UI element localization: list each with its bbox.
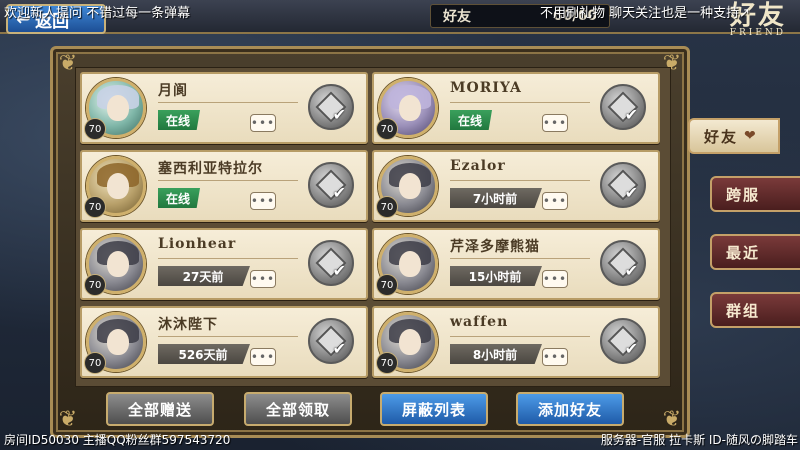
name-divider (158, 102, 298, 103)
corner-ornament-icon: ❦ (58, 407, 78, 432)
friend-card[interactable]: 70 Lionhear 27天前 ••• ✔ (80, 228, 368, 300)
heart-icon: ❤ (744, 128, 758, 144)
check-icon: ✔ (332, 105, 346, 124)
level-badge: 70 (376, 352, 398, 374)
status-badge: 在线 (158, 110, 201, 130)
corner-ornament-icon: ❦ (662, 407, 682, 432)
friend-name: waffen (450, 314, 509, 330)
stream-overlay-bottom-left: 房间ID50030 主播QQ粉丝群597543720 (4, 433, 231, 447)
status-badge: 7小时前 (450, 188, 542, 208)
gift-button[interactable]: ✔ (600, 162, 646, 208)
chat-icon[interactable]: ••• (250, 270, 276, 288)
status-badge: 27天前 (158, 266, 250, 286)
check-icon: ✔ (624, 339, 638, 358)
level-badge: 70 (376, 274, 398, 296)
friend-title: 好友 (443, 9, 471, 25)
status-badge: 526天前 (158, 344, 250, 364)
friend-name: 月阆 (158, 83, 188, 99)
status-badge: 8小时前 (450, 344, 542, 364)
level-badge: 70 (376, 196, 398, 218)
check-icon: ✔ (624, 261, 638, 280)
chat-icon[interactable]: ••• (542, 270, 568, 288)
friend-name: Ezalor (450, 158, 506, 174)
tab-recent-label: 最近 (726, 243, 761, 262)
block-list-button[interactable]: 屏蔽列表 (380, 392, 488, 426)
check-icon: ✔ (624, 183, 638, 202)
friend-name: MORIYA (450, 80, 522, 96)
friend-card[interactable]: 70 芹泽多摩熊猫 15小时前 ••• ✔ (372, 228, 660, 300)
level-badge: 70 (84, 118, 106, 140)
level-badge: 70 (84, 274, 106, 296)
gift-button[interactable]: ✔ (600, 240, 646, 286)
name-divider (158, 336, 298, 337)
name-divider (450, 258, 590, 259)
friend-card[interactable]: 70 沐沐陛下 526天前 ••• ✔ (80, 306, 368, 378)
check-icon: ✔ (332, 261, 346, 280)
friend-card[interactable]: 70 塞西利亚特拉尔 在线 ••• ✔ (80, 150, 368, 222)
tab-group[interactable]: 群组 (710, 292, 800, 328)
friend-card[interactable]: 70 Ezalor 7小时前 ••• ✔ (372, 150, 660, 222)
gift-button[interactable]: ✔ (308, 84, 354, 130)
level-badge: 70 (376, 118, 398, 140)
name-divider (450, 102, 590, 103)
send-all-button[interactable]: 全部赠送 (106, 392, 214, 426)
tab-group-label: 群组 (726, 301, 761, 320)
friend-name: 沐沐陛下 (158, 317, 218, 333)
check-icon: ✔ (332, 183, 346, 202)
check-icon: ✔ (624, 105, 638, 124)
tab-friends-label: 好友 (704, 127, 739, 146)
status-badge: 在线 (158, 188, 201, 208)
chat-icon[interactable]: ••• (542, 114, 568, 132)
stream-overlay-top-left: 欢迎新人提问 不错过每一条弹幕 (4, 6, 191, 21)
chat-icon[interactable]: ••• (542, 192, 568, 210)
status-badge: 在线 (450, 110, 493, 130)
gift-button[interactable]: ✔ (308, 162, 354, 208)
chat-icon[interactable]: ••• (250, 348, 276, 366)
chat-icon[interactable]: ••• (250, 114, 276, 132)
tab-cross-server-label: 跨服 (726, 185, 761, 204)
friend-name: 塞西利亚特拉尔 (158, 161, 263, 177)
friend-card[interactable]: 70 月阆 在线 ••• ✔ (80, 72, 368, 144)
gift-button[interactable]: ✔ (308, 318, 354, 364)
gift-button[interactable]: ✔ (600, 84, 646, 130)
level-badge: 70 (84, 196, 106, 218)
stream-overlay-bottom-right: 服务器-官服 拉卡斯 ID-随风の脚踏车 (600, 433, 798, 447)
tab-cross-server[interactable]: 跨服 (710, 176, 800, 212)
name-divider (450, 336, 590, 337)
friend-card[interactable]: 70 waffen 8小时前 ••• ✔ (372, 306, 660, 378)
chat-icon[interactable]: ••• (250, 192, 276, 210)
level-badge: 70 (84, 352, 106, 374)
gift-button[interactable]: ✔ (600, 318, 646, 364)
name-divider (450, 180, 590, 181)
friend-card[interactable]: 70 MORIYA 在线 ••• ✔ (372, 72, 660, 144)
gift-button[interactable]: ✔ (308, 240, 354, 286)
logo-en: FRIEND (729, 28, 786, 38)
receive-all-button[interactable]: 全部领取 (244, 392, 352, 426)
tab-recent[interactable]: 最近 (710, 234, 800, 270)
tab-friends[interactable]: 好友 ❤ (688, 118, 780, 154)
check-icon: ✔ (332, 339, 346, 358)
chat-icon[interactable]: ••• (542, 348, 568, 366)
add-friend-button[interactable]: 添加好友 (516, 392, 624, 426)
name-divider (158, 180, 298, 181)
stream-overlay-top-right: 不用刷礼物 聊天关注也是一种支持↗ (540, 6, 751, 21)
name-divider (158, 258, 298, 259)
friend-name: 芹泽多摩熊猫 (450, 239, 540, 255)
friend-name: Lionhear (158, 236, 237, 252)
status-badge: 15小时前 (450, 266, 542, 286)
